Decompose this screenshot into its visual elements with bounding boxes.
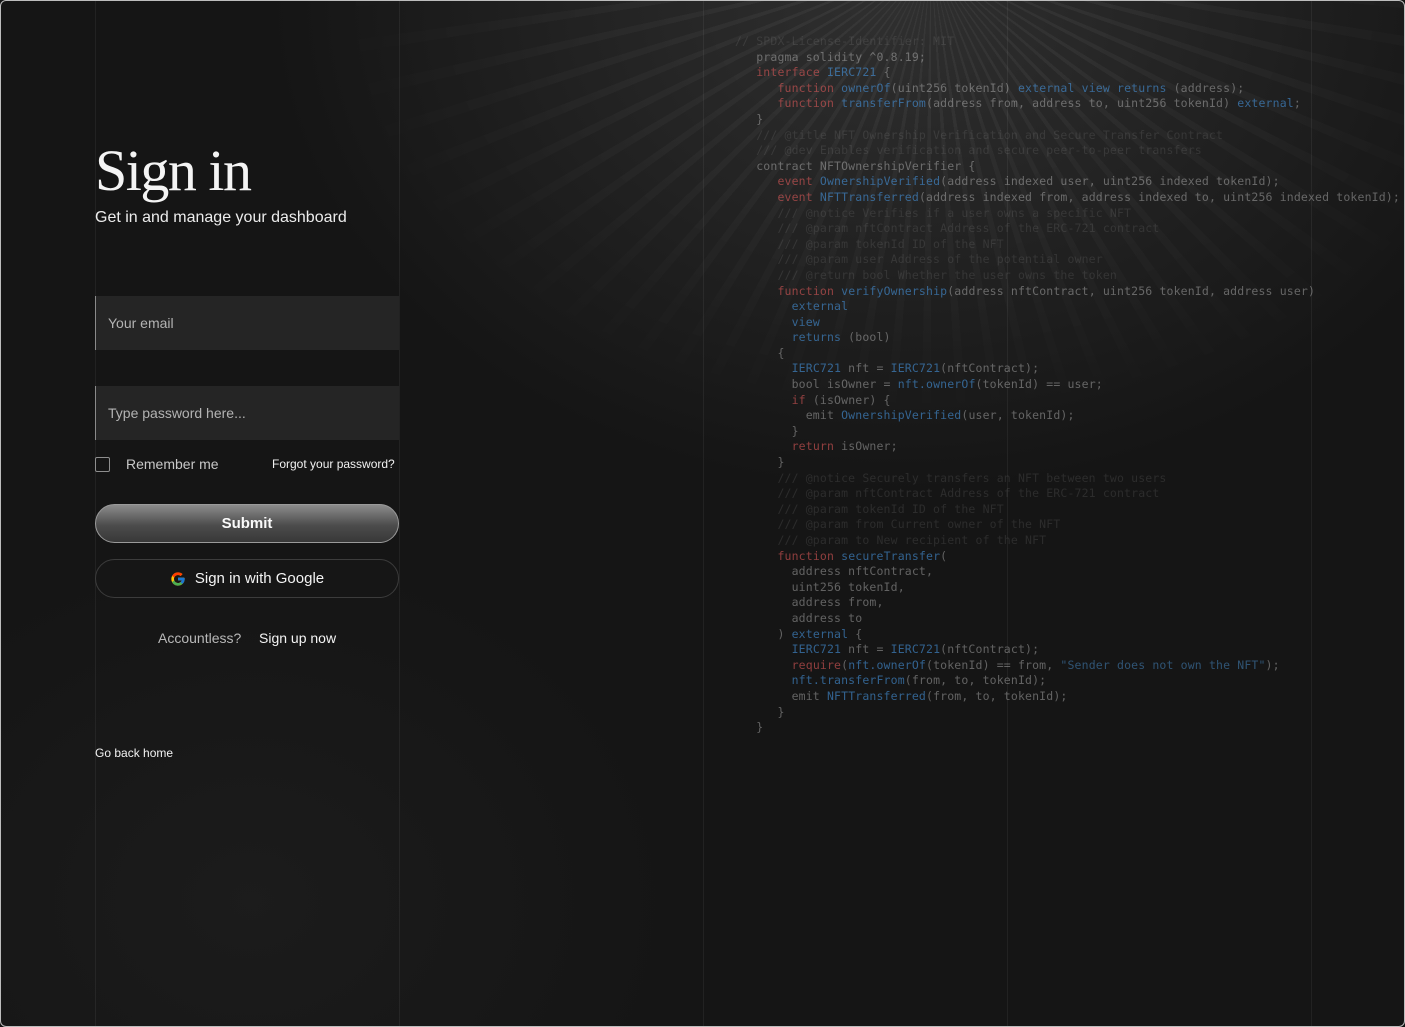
grid-line (399, 1, 400, 1026)
signin-page: // SPDX-License-Identifier: MIT pragma s… (0, 0, 1405, 1027)
page-subtitle: Get in and manage your dashboard (95, 209, 347, 226)
remember-me-checkbox[interactable] (95, 457, 110, 472)
submit-button[interactable]: Submit (95, 504, 399, 543)
google-signin-button[interactable]: Sign in with Google (95, 559, 399, 598)
forgot-password-link[interactable]: Forgot your password? (272, 457, 395, 471)
page-title: Sign in (95, 138, 252, 203)
background-code: // SPDX-License-Identifier: MIT pragma s… (735, 34, 1400, 735)
remember-me-label: Remember me (126, 456, 219, 472)
account-prompt: Accountless? (158, 630, 242, 646)
google-button-label: Sign in with Google (194, 570, 325, 587)
sign-up-link[interactable]: Sign up now (259, 630, 336, 646)
google-g-icon (171, 571, 185, 586)
submit-button-label: Submit (221, 515, 273, 532)
password-input[interactable] (95, 386, 399, 440)
grid-line (703, 1, 704, 1026)
go-back-home-link[interactable]: Go back home (95, 746, 173, 760)
email-input[interactable] (95, 296, 399, 350)
